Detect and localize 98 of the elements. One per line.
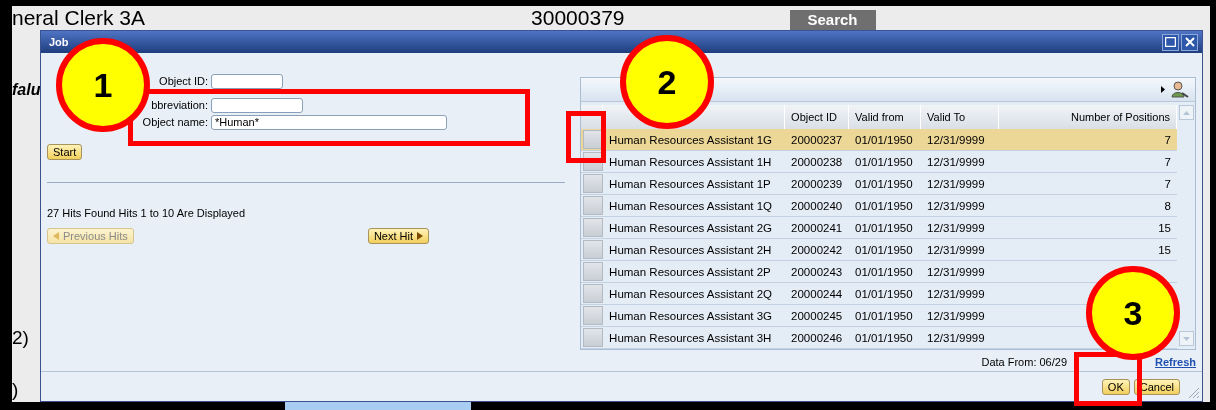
table-row[interactable]: Human Resources Assistant 1G 20000237 01/01/1950 12/31/9999 7 <box>581 129 1177 151</box>
table-row[interactable]: Human Resources Assistant 1Q 20000240 01/01/1950 12/31/9999 8 <box>581 195 1177 217</box>
table-row[interactable]: Human Resources Assistant 2G 20000241 01/01/1950 12/31/9999 15 <box>581 217 1177 239</box>
data-timestamp: Data From: 06/29 <box>981 356 1068 368</box>
highlight-frame <box>566 111 606 163</box>
row-selector[interactable] <box>583 174 604 193</box>
table-cell-text: 01/01/1950 <box>854 220 914 236</box>
table-cell-text: Human Resources Assistant 2P <box>608 264 772 280</box>
column-header[interactable]: Object ID <box>785 105 850 129</box>
table-cell-text: 01/01/1950 <box>854 330 914 346</box>
table-cell-text: 20000238 <box>790 154 844 170</box>
table-cell-text: 7 <box>1163 132 1172 148</box>
table-cell-text: 12/31/9999 <box>926 286 986 302</box>
table-cell-text: 20000246 <box>790 330 844 346</box>
section-label: ) <box>12 380 19 400</box>
table-cell-text: 12/31/9999 <box>926 132 986 148</box>
table-cell-text: 01/01/1950 <box>854 176 914 192</box>
maximize-button[interactable] <box>1162 33 1179 51</box>
table-cell-text: Human Resources Assistant 3G <box>608 308 774 324</box>
column-header[interactable]: Number of Positions <box>999 105 1177 129</box>
table-cell-text: 8 <box>1163 198 1172 214</box>
column-header[interactable]: Valid from <box>849 105 922 129</box>
hits-text: 27 Hits Found Hits 1 to 10 Are Displayed <box>47 207 246 219</box>
table-cell-text: 01/01/1950 <box>854 242 914 258</box>
table-cell-text: 20000244 <box>790 286 844 302</box>
table-cell-text: 01/01/1950 <box>854 198 914 214</box>
table-cell-text: Human Resources Assistant 3H <box>608 330 773 346</box>
row-selector[interactable] <box>583 328 604 347</box>
table-row[interactable]: Human Resources Assistant 1P 20000239 01/01/1950 12/31/9999 7 <box>581 173 1177 195</box>
table-cell-text: Human Resources Assistant 1P <box>608 176 772 192</box>
arrow-up-icon <box>1183 110 1190 115</box>
expand-arrow-icon[interactable] <box>1161 86 1165 93</box>
table-cell-text: Human Resources Assistant 2G <box>608 220 774 236</box>
scroll-down-button[interactable] <box>1179 331 1194 346</box>
field-label: Object ID: <box>159 75 208 87</box>
table-cell-text: Human Resources Assistant 1H <box>608 154 773 170</box>
table-cell-text: Human Resources Assistant 2Q <box>608 286 774 302</box>
field-label: bbreviation: <box>151 99 208 111</box>
table-cell-text: 20000240 <box>790 198 844 214</box>
dialog-button[interactable]: OK <box>1101 378 1130 395</box>
arrow-down-icon <box>1183 336 1190 341</box>
table-cell-text: 12/31/9999 <box>926 330 986 346</box>
table-cell-text: 01/01/1950 <box>854 308 914 324</box>
input-field[interactable] <box>211 97 303 113</box>
column-header[interactable]: Valid To <box>921 105 1000 129</box>
section-label: falu <box>12 80 41 100</box>
table-cell-text: 15 <box>1157 242 1172 258</box>
table-cell-text: 12/31/9999 <box>926 154 986 170</box>
table-cell-text: 12/31/9999 <box>926 198 986 214</box>
input-field[interactable] <box>211 73 283 89</box>
table-cell-text: 20000239 <box>790 176 844 192</box>
table-cell-text: 12/31/9999 <box>926 176 986 192</box>
table-row[interactable]: Human Resources Assistant 2H 20000242 01/01/1950 12/31/9999 15 <box>581 239 1177 261</box>
table-cell-text: 7 <box>1163 154 1172 170</box>
section-label: 2) <box>12 328 29 348</box>
table-cell-text: 20000241 <box>790 220 844 236</box>
table-row[interactable]: Human Resources Assistant 2P 20000243 01/01/1950 12/31/9999 <box>581 261 1177 283</box>
start-button[interactable]: Start <box>47 144 83 160</box>
table-cell-text: 20000243 <box>790 264 844 280</box>
scroll-up-button[interactable] <box>1179 105 1194 120</box>
table-cell-text: Human Resources Assistant 1Q <box>608 198 774 214</box>
table-cell-text: 12/31/9999 <box>926 264 986 280</box>
row-selector[interactable] <box>583 240 604 259</box>
table-cell-text: 20000245 <box>790 308 844 324</box>
close-button[interactable] <box>1181 33 1198 51</box>
table-cell-text: Human Resources Assistant 1G <box>608 132 774 148</box>
table-cell-text: 01/01/1950 <box>854 286 914 302</box>
page-title: neral Clerk 3A <box>12 6 146 30</box>
dialog-title: Job <box>49 36 69 48</box>
search-button[interactable]: Search <box>789 10 876 30</box>
table-row[interactable]: Human Resources Assistant 1H 20000238 01/01/1950 12/31/9999 7 <box>581 151 1177 173</box>
close-icon <box>1184 37 1195 47</box>
table-cell-text: Human Resources Assistant 2H <box>608 242 773 258</box>
caret-left-icon <box>53 232 59 240</box>
row-selector[interactable] <box>583 218 604 237</box>
table-cell-text: 7 <box>1163 176 1172 192</box>
field-label: Object name: <box>142 116 208 128</box>
table-cell-text: 12/31/9999 <box>926 308 986 324</box>
table-cell-text: 01/01/1950 <box>854 264 914 280</box>
caret-right-icon <box>417 232 423 240</box>
table-cell-text: 20000242 <box>790 242 844 258</box>
row-selector[interactable] <box>583 262 604 281</box>
row-selector[interactable] <box>583 306 604 325</box>
maximize-icon <box>1165 37 1176 47</box>
table-cell-text: 01/01/1950 <box>854 154 914 170</box>
table-cell-text: 15 <box>1157 220 1172 236</box>
next-hit-button[interactable]: Next Hit <box>367 228 429 244</box>
table-cell-text: 12/31/9999 <box>926 242 986 258</box>
row-selector[interactable] <box>583 196 604 215</box>
record-number: 30000379 <box>531 6 625 30</box>
input-field[interactable]: *Human* <box>211 114 447 130</box>
scrollbar[interactable] <box>1177 102 1195 349</box>
resize-grip-icon[interactable] <box>1186 385 1200 399</box>
table-cell-text: 12/31/9999 <box>926 220 986 236</box>
table-cell-text: 01/01/1950 <box>854 132 914 148</box>
row-selector[interactable] <box>583 284 604 303</box>
table-cell-text: 20000237 <box>790 132 844 148</box>
user-settings-icon[interactable] <box>1171 81 1189 98</box>
